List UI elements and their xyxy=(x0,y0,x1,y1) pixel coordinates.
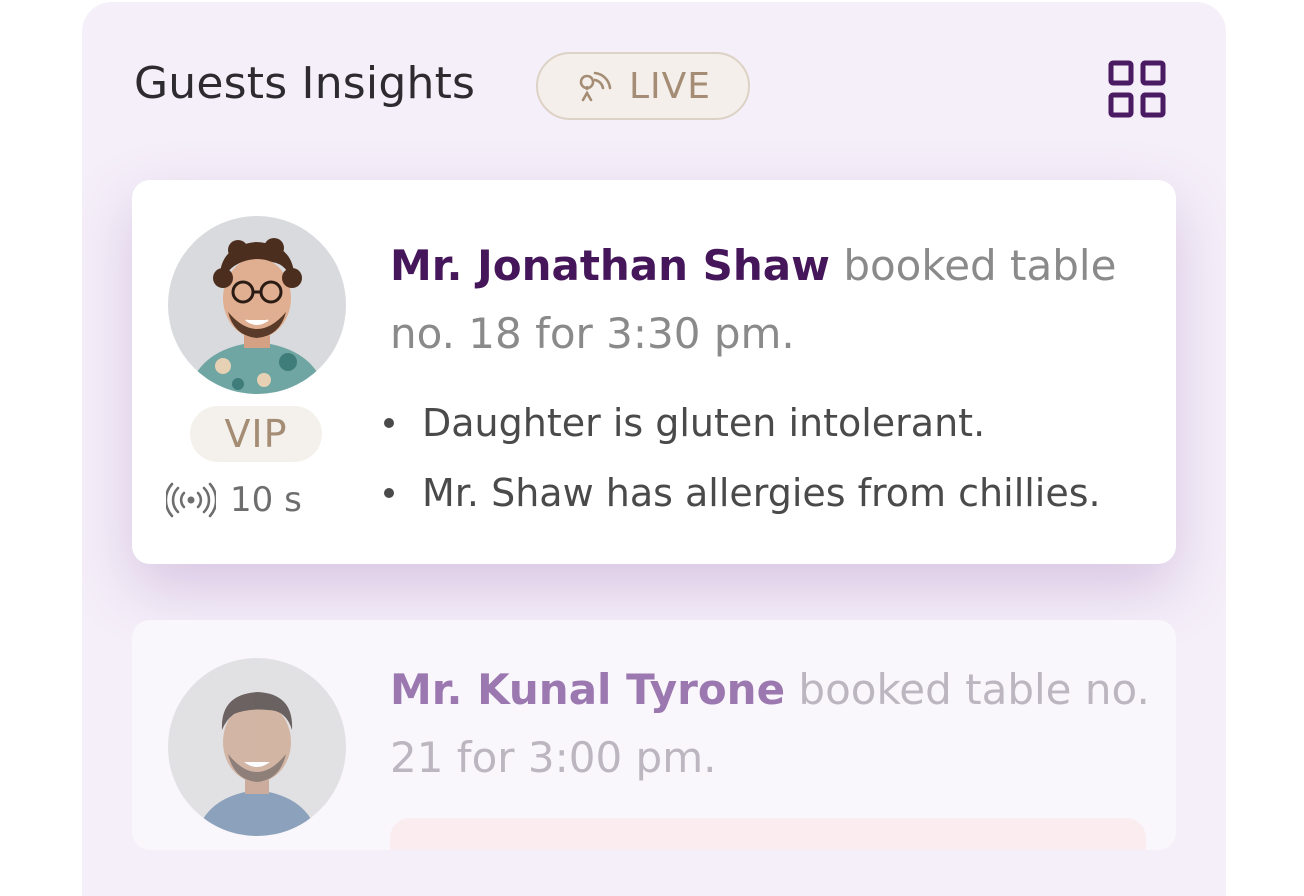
guest-name[interactable]: Mr. Kunal Tyrone xyxy=(390,665,785,714)
insight-card[interactable]: Mr. Kunal Tyrone booked table no. 21 for… xyxy=(132,620,1176,850)
guest-name[interactable]: Mr. Jonathan Shaw xyxy=(390,241,830,290)
guest-note-text: Daughter is gluten intolerant. xyxy=(422,401,986,445)
live-badge[interactable]: LIVE xyxy=(536,52,750,120)
elapsed-time-value: 10 s xyxy=(230,480,302,520)
insight-headline: Mr. Kunal Tyrone booked table no. 21 for… xyxy=(390,656,1150,792)
insight-card[interactable]: VIP 10 s Mr. Jonathan Shaw booked table … xyxy=(132,180,1176,564)
guest-notes-list: Daughter is gluten intolerant. Mr. Shaw … xyxy=(384,388,1101,528)
elapsed-time: 10 s xyxy=(166,480,302,520)
live-label: LIVE xyxy=(628,65,712,107)
vip-badge: VIP xyxy=(190,406,322,462)
bullet xyxy=(384,488,394,498)
guest-note: Daughter is gluten intolerant. xyxy=(384,388,1101,458)
grid-view-icon[interactable] xyxy=(1108,60,1166,118)
guest-note-text: Mr. Shaw has allergies from chillies. xyxy=(422,471,1101,515)
guests-insights-panel: Guests Insights LIVE VIP 10 s Mr. Jonath… xyxy=(82,2,1226,896)
guest-avatar xyxy=(168,658,346,836)
alert-note xyxy=(390,818,1146,850)
insight-headline: Mr. Jonathan Shaw booked table no. 18 fo… xyxy=(390,232,1150,368)
guest-avatar xyxy=(168,216,346,394)
guest-note: Mr. Shaw has allergies from chillies. xyxy=(384,458,1101,528)
live-signal-icon xyxy=(579,71,612,102)
bullet xyxy=(384,418,394,428)
broadcast-icon xyxy=(166,482,216,518)
panel-title: Guests Insights xyxy=(134,58,476,109)
